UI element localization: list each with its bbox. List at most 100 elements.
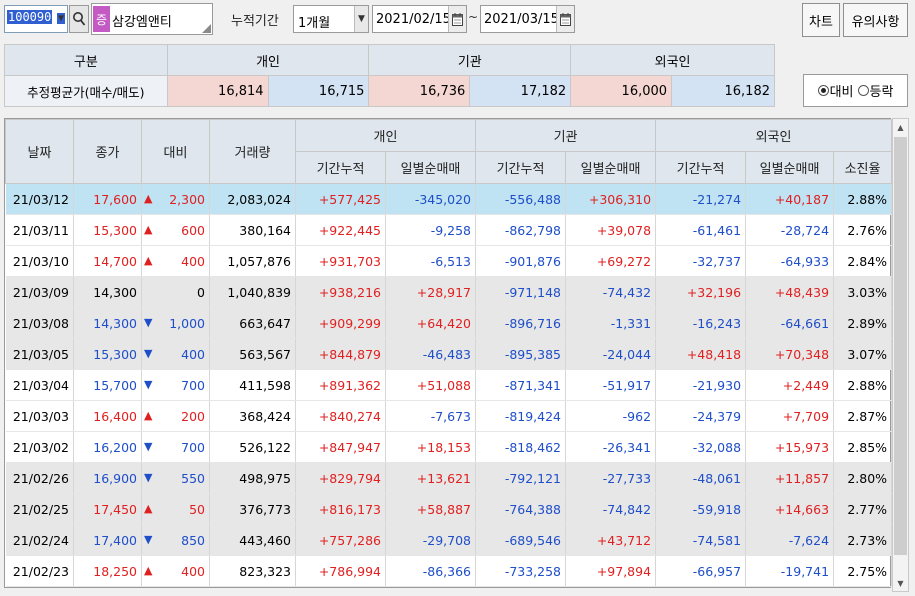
- table-row[interactable]: 21/03/02 16,200 ▼ 700 526,122 +847,947 +18,153…: [5, 431, 893, 463]
- header-inst-cum[interactable]: 기간누적: [475, 151, 567, 184]
- header-for-cum[interactable]: 기간누적: [655, 151, 747, 184]
- inst-daily-cell: -24,044: [565, 338, 657, 370]
- change-cell: ▼ 550: [141, 462, 210, 494]
- chevron-down-icon[interactable]: ▼: [354, 6, 368, 32]
- change-cell: ▼ 850: [141, 524, 210, 556]
- ind-daily-cell-value: -345,020: [414, 191, 472, 207]
- change-cell: ▲ 50: [141, 493, 210, 525]
- for-cum-cell: -66,957: [655, 555, 747, 587]
- change-cell-value: 700: [181, 377, 205, 393]
- notes-button[interactable]: 유의사항: [843, 3, 908, 37]
- calendar-icon[interactable]: [556, 6, 574, 32]
- exhaustion-cell: 2.88%: [833, 183, 893, 215]
- ind-daily-cell: -345,020: [385, 183, 477, 215]
- start-date-value: 2021/02/15: [376, 12, 451, 27]
- change-cell-value: 400: [181, 563, 205, 579]
- close-cell-value: 15,700: [93, 377, 137, 393]
- start-date-input[interactable]: 2021/02/15: [372, 5, 467, 33]
- close-cell-value: 17,600: [93, 191, 137, 207]
- for-daily-cell: +15,973: [745, 431, 835, 463]
- ind-cum-cell: +577,425: [295, 183, 386, 215]
- calendar-icon[interactable]: [448, 6, 466, 32]
- table-row[interactable]: 21/03/08 14,300 ▼ 1,000 663,647 +909,299 +64,4…: [5, 307, 893, 339]
- triangle-up-icon: ▲: [144, 563, 153, 577]
- stock-name-field[interactable]: 증 삼강엠앤티: [91, 3, 213, 35]
- volume-cell-value: 411,598: [239, 377, 291, 393]
- inst-daily-cell: +69,272: [565, 245, 657, 277]
- close-cell-value: 18,250: [93, 563, 137, 579]
- header-exhaustion[interactable]: 소진율: [833, 151, 893, 184]
- volume-cell-value: 498,975: [239, 470, 291, 486]
- date-cell: 21/03/03: [5, 400, 74, 432]
- change-cell-value: 550: [181, 470, 205, 486]
- avg-price-summary: 구분 개인 기관 외국인 추정평균가(매수/매도) 16,814 16,715 …: [4, 44, 775, 107]
- exhaustion-cell: 2.80%: [833, 462, 893, 494]
- ind-cum-cell-value: +938,216: [318, 284, 381, 300]
- change-cell-value: 600: [181, 222, 205, 238]
- vertical-scrollbar[interactable]: ▲ ▼: [892, 118, 909, 592]
- search-icon: [73, 12, 86, 26]
- change-cell: ▼ 400: [141, 338, 210, 370]
- date-cell: 21/03/05: [5, 338, 74, 370]
- header-ind-cum[interactable]: 기간누적: [295, 151, 386, 184]
- date-cell-value: 21/02/26: [12, 470, 69, 486]
- exhaustion-cell: 2.85%: [833, 431, 893, 463]
- foreign-sell-avg: 16,182: [671, 75, 775, 107]
- ind-cum-cell: +891,362: [295, 369, 386, 401]
- header-inst-daily[interactable]: 일별순매매: [565, 151, 657, 184]
- for-daily-cell-value: -28,724: [780, 222, 830, 238]
- triangle-down-icon: ▼: [144, 470, 153, 484]
- change-cell: ▲ 2,300: [141, 183, 210, 215]
- header-date[interactable]: 날짜: [5, 119, 74, 184]
- close-cell: 14,300: [73, 276, 142, 308]
- table-row[interactable]: 21/02/26 16,900 ▼ 550 498,975 +829,794 +13,621…: [5, 462, 893, 494]
- radio-daebi[interactable]: 대비: [817, 81, 854, 100]
- period-select[interactable]: 1개월 ▼: [293, 5, 369, 33]
- inst-daily-cell: +97,894: [565, 555, 657, 587]
- scroll-down-icon[interactable]: ▼: [893, 575, 908, 591]
- table-row[interactable]: 21/03/05 15,300 ▼ 400 563,567 +844,879 -46,483…: [5, 338, 893, 370]
- table-row[interactable]: 21/03/12 17,600 ▲ 2,300 2,083,024 +577,425 -34…: [5, 183, 893, 215]
- radio-deungrak-label: 등락: [869, 85, 894, 100]
- table-row[interactable]: 21/03/03 16,400 ▲ 200 368,424 +840,274 -7,673 -…: [5, 400, 893, 432]
- table-row[interactable]: 21/03/10 14,700 ▲ 400 1,057,876 +931,703 -6,51…: [5, 245, 893, 277]
- ind-daily-cell: +18,153: [385, 431, 477, 463]
- header-volume[interactable]: 거래량: [209, 119, 296, 184]
- for-cum-cell-value: -24,379: [692, 408, 742, 424]
- end-date-input[interactable]: 2021/03/15: [480, 5, 575, 33]
- search-button[interactable]: [69, 5, 89, 33]
- for-cum-cell-value: -59,918: [692, 501, 742, 517]
- ind-cum-cell: +816,173: [295, 493, 386, 525]
- chevron-down-icon[interactable]: ▼: [56, 13, 65, 24]
- scroll-up-icon[interactable]: ▲: [893, 119, 908, 135]
- date-cell: 21/02/24: [5, 524, 74, 556]
- table-row[interactable]: 21/03/04 15,700 ▼ 700 411,598 +891,362 +51,088…: [5, 369, 893, 401]
- header-change[interactable]: 대비: [141, 119, 210, 184]
- close-cell: 14,300: [73, 307, 142, 339]
- inst-daily-cell: -1,331: [565, 307, 657, 339]
- volume-cell: 2,083,024: [209, 183, 296, 215]
- table-row[interactable]: 21/03/09 14,300 0 1,040,839 +938,216 +28,917 -…: [5, 276, 893, 308]
- ind-cum-cell-value: +909,299: [318, 315, 381, 331]
- header-close[interactable]: 종가: [73, 119, 142, 184]
- scrollbar-thumb[interactable]: [894, 137, 907, 555]
- table-row[interactable]: 21/03/11 15,300 ▲ 600 380,164 +922,445 -9,258 -…: [5, 214, 893, 246]
- table-row[interactable]: 21/02/25 17,450 ▲ 50 376,773 +816,173 +58,887 -…: [5, 493, 893, 525]
- close-cell: 14,700: [73, 245, 142, 277]
- change-cell-value: 400: [181, 253, 205, 269]
- table-row[interactable]: 21/02/23 18,250 ▲ 400 823,323 +786,994 -86,366…: [5, 555, 893, 587]
- stock-code-input[interactable]: 100090 ▼: [4, 5, 68, 33]
- table-row[interactable]: 21/02/24 17,400 ▼ 850 443,460 +757,286 -29,708…: [5, 524, 893, 556]
- for-cum-cell-value: -61,461: [692, 222, 742, 238]
- inst-cum-cell: -556,488: [475, 183, 567, 215]
- date-cell: 21/03/12: [5, 183, 74, 215]
- radio-deungrak[interactable]: 등락: [857, 81, 894, 100]
- header-ind-daily[interactable]: 일별순매매: [384, 151, 477, 184]
- exhaustion-cell-value: 2.75%: [847, 563, 888, 579]
- header-for-daily[interactable]: 일별순매매: [745, 151, 835, 184]
- ind-daily-cell: -9,258: [385, 214, 477, 246]
- chart-button[interactable]: 차트: [802, 3, 840, 37]
- investor-trend-window: 100090 ▼ 증 삼강엠앤티 누적기간 1개월 ▼ 2021/02/15 ~…: [0, 0, 915, 596]
- inst-cum-cell: -764,388: [475, 493, 567, 525]
- inst-cum-cell-value: -556,488: [504, 191, 562, 207]
